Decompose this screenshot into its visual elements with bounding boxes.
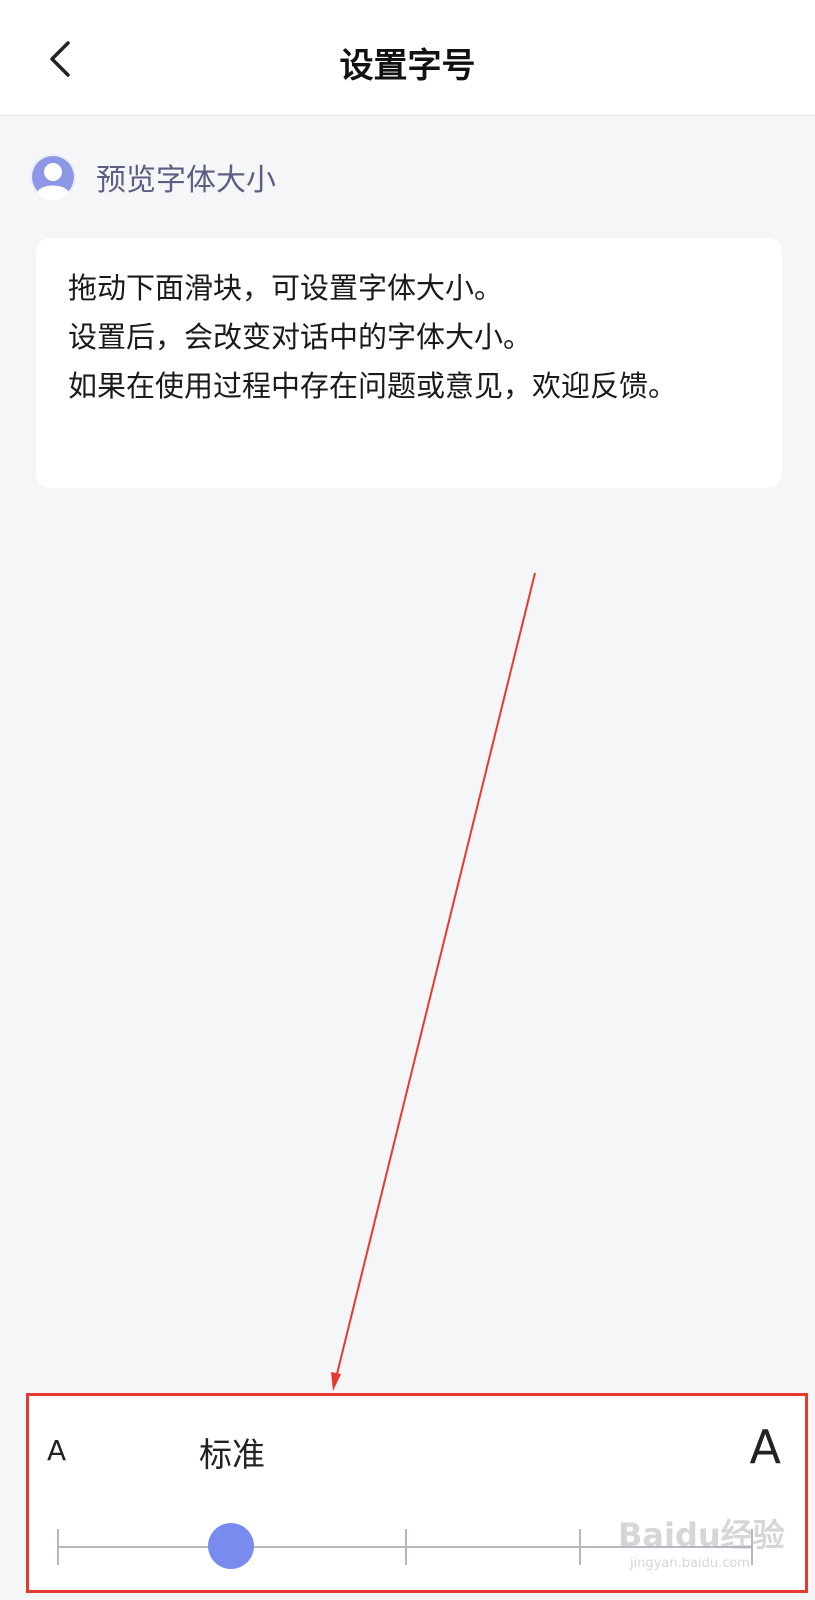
avatar-icon	[30, 154, 76, 200]
small-font-label: A	[47, 1434, 67, 1467]
slider-thumb[interactable]	[208, 1523, 254, 1569]
large-font-label: A	[749, 1420, 781, 1474]
font-size-slider[interactable]	[57, 1523, 753, 1569]
preview-label: 预览字体大小	[96, 163, 276, 198]
preview-header: 预览字体大小	[30, 154, 276, 200]
message-line: 如果在使用过程中存在问题或意见，欢迎反馈。	[68, 369, 678, 403]
slider-tick	[405, 1529, 407, 1565]
preview-message-bubble: 拖动下面滑块，可设置字体大小。 设置后，会改变对话中的字体大小。 如果在使用过程…	[36, 238, 782, 488]
message-line: 设置后，会改变对话中的字体大小。	[68, 320, 533, 354]
font-size-panel: A 标准 A	[26, 1393, 808, 1593]
current-size-label: 标准	[199, 1435, 265, 1474]
slider-tick	[579, 1529, 581, 1565]
page-title: 设置字号	[339, 46, 476, 86]
slider-tick	[57, 1529, 59, 1565]
slider-tick	[751, 1529, 753, 1565]
top-bar: 设置字号	[0, 0, 815, 116]
message-line: 拖动下面滑块，可设置字体大小。	[68, 271, 504, 305]
